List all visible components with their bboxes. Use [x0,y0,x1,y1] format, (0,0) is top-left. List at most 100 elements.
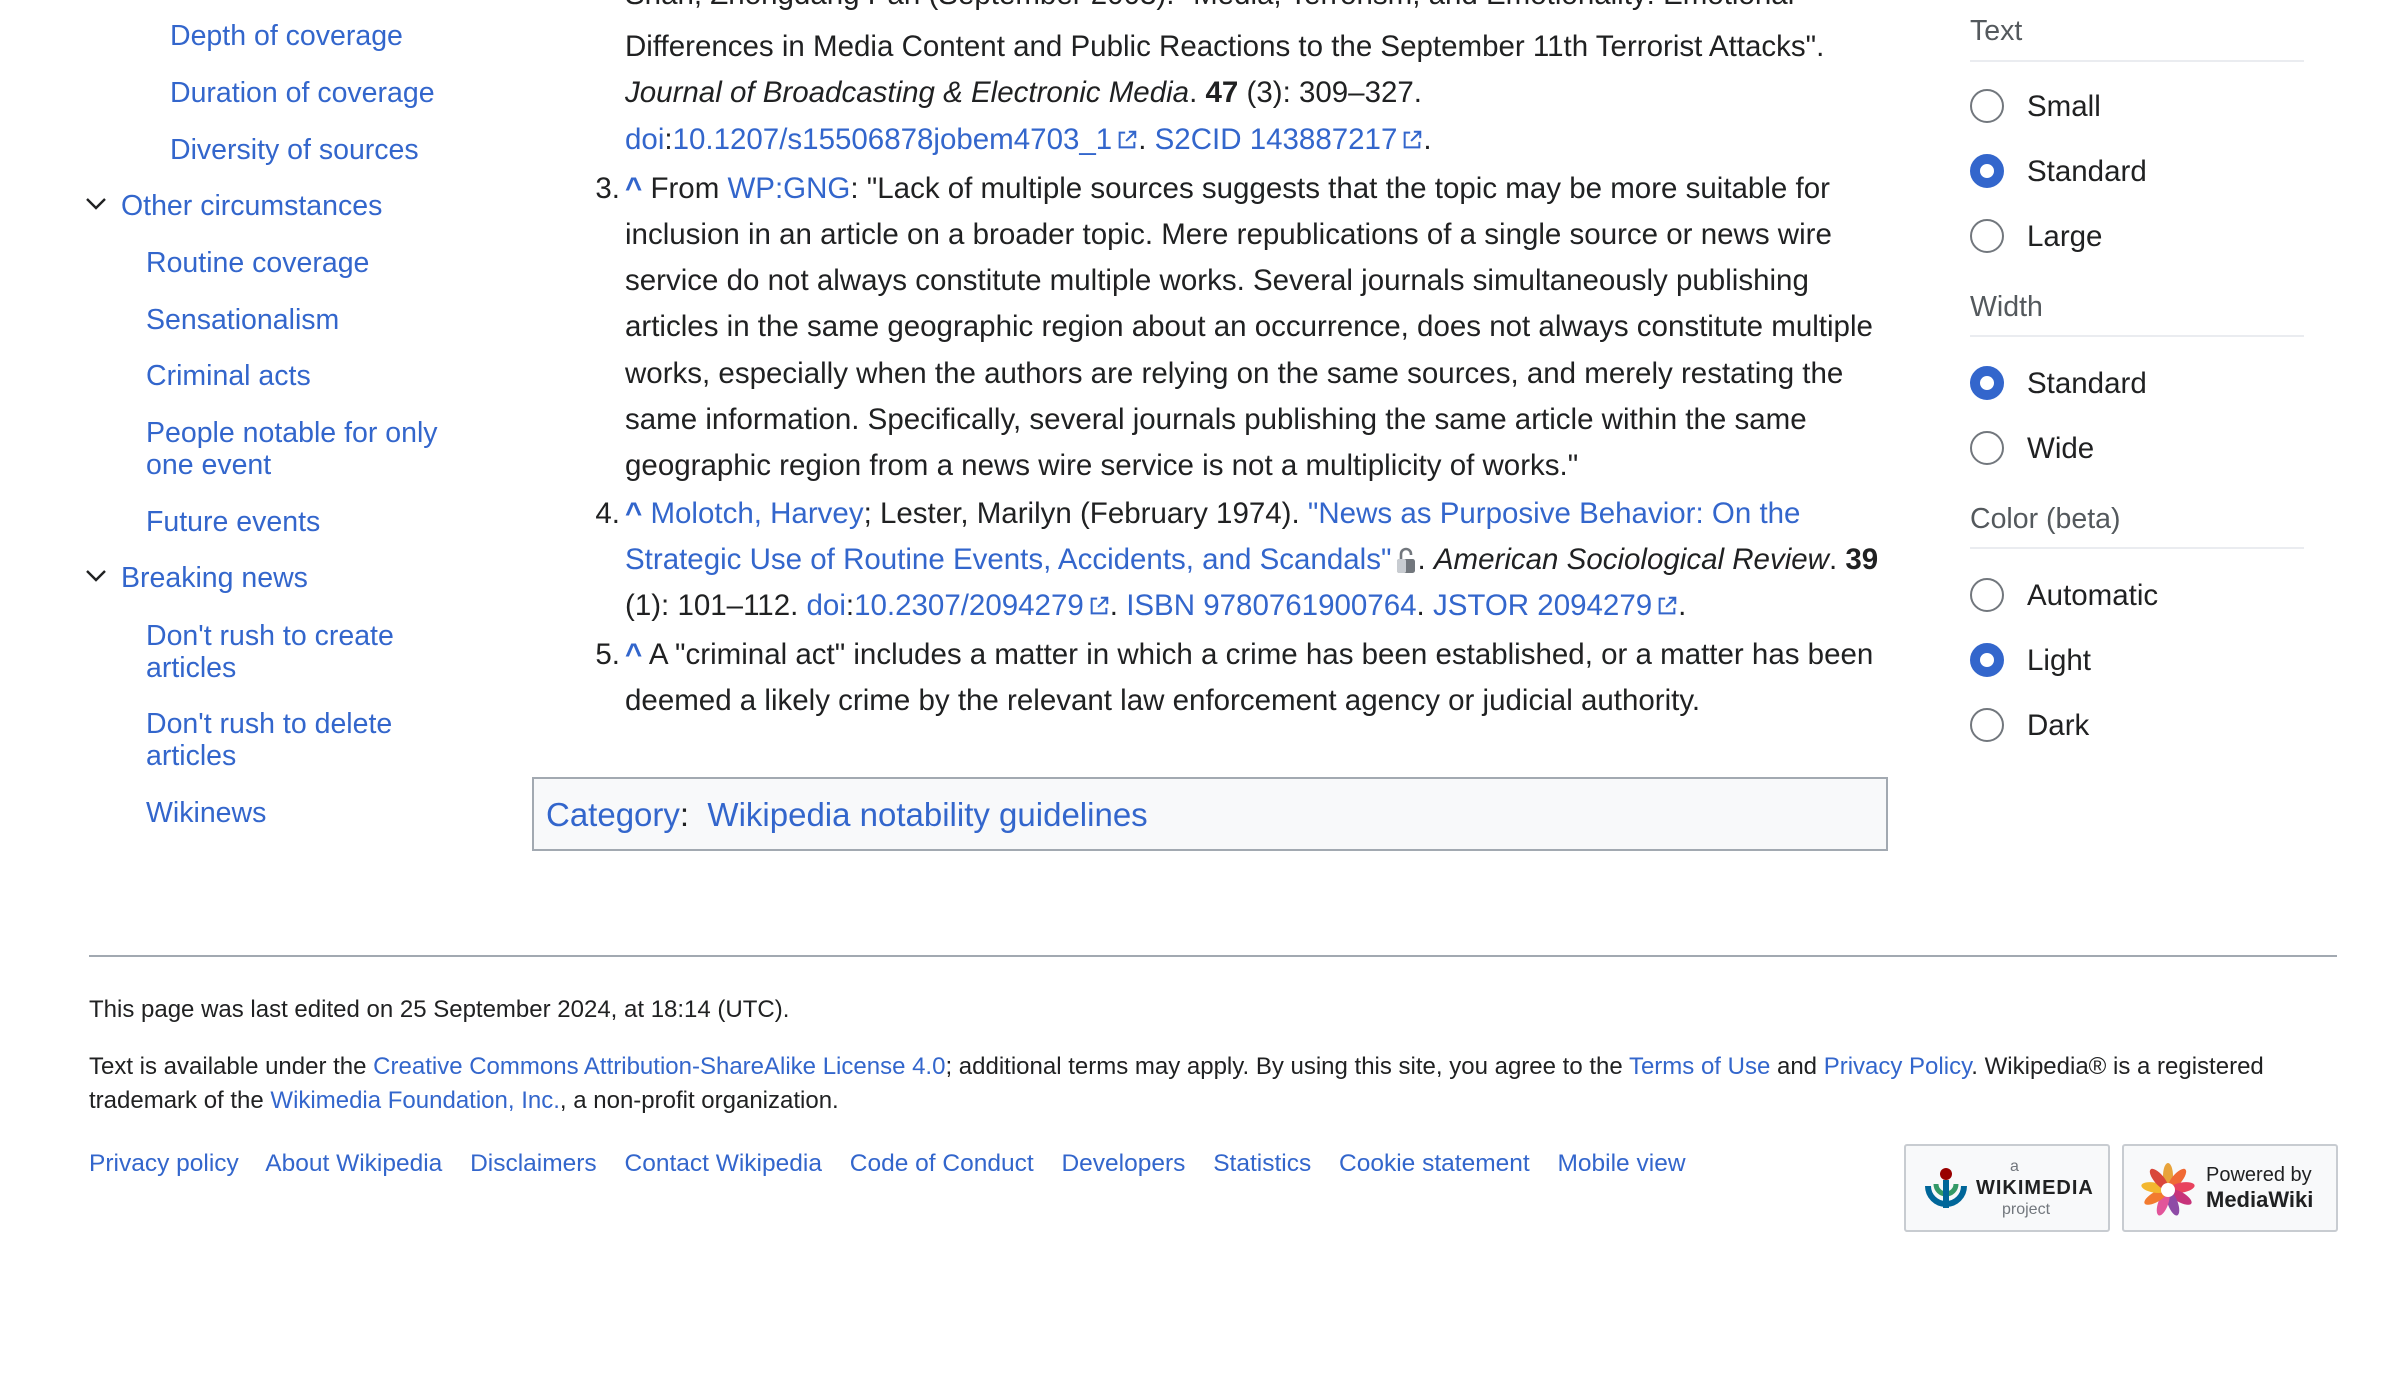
toc-item-depth-of-coverage[interactable]: Depth of coverage [170,20,403,53]
option-label: Standard [2027,155,2147,188]
text-size-large-option[interactable]: Large [1970,219,2300,263]
doi-link[interactable]: 10.1207/s15506878jobem4703_1 [673,123,1113,156]
reference-4-line: (1): 101–112. doi:10.2307/2094279. ISBN … [625,589,1687,622]
backlink-caret[interactable]: ^ [625,638,642,671]
text-size-small-option[interactable]: Small [1970,89,2300,133]
badge-sub-text: project [2002,1201,2051,1218]
trademark-text-part: trademark of the [89,1087,271,1114]
text-size-standard-option[interactable]: Standard [1970,154,2300,198]
footer-link-cookie-statement[interactable]: Cookie statement [1339,1150,1530,1177]
footer-divider [89,955,2337,957]
toc-item-diversity-of-sources[interactable]: Diversity of sources [170,134,419,167]
color-light-option[interactable]: Light [1970,643,2300,687]
jstor-link[interactable]: JSTOR 2094279 [1433,589,1652,622]
category-link[interactable]: Wikipedia notability guidelines [707,796,1147,833]
backlink-caret[interactable]: ^ [625,497,642,530]
license-text: Text is available under the Creative Com… [89,1050,2264,1084]
volume: 39 [1845,543,1879,576]
option-label: Large [2027,220,2103,253]
doi-label-link[interactable]: doi [625,123,664,156]
divider [1970,335,2304,337]
footer-link-code-of-conduct[interactable]: Code of Conduct [850,1150,1034,1177]
doi-link[interactable]: 10.2307/2094279 [854,589,1084,622]
radio-button[interactable] [1970,431,2004,465]
reference-5-line: ^ A "criminal act" includes a matter in … [625,632,1873,678]
chevron-down-icon[interactable] [84,564,108,588]
radio-button[interactable] [1970,89,2004,123]
trademark-text: trademark of the Wikimedia Foundation, I… [89,1084,839,1118]
external-link-icon [1090,596,1109,615]
external-link-icon [1118,130,1137,149]
table-of-contents: Depth of coverage Duration of coverage D… [0,0,520,860]
badge-big-text: WIKIMEDIA [1976,1177,2094,1199]
footer-link-statistics[interactable]: Statistics [1213,1150,1311,1177]
reference-2-journal-line: Journal of Broadcasting & Electronic Med… [625,76,1423,109]
reference-4-line: ^ Molotch, Harvey; Lester, Marilyn (Febr… [625,491,1800,537]
toc-item-wikinews[interactable]: Wikinews [146,797,266,830]
wikimedia-project-badge[interactable]: a WIKIMEDIA project [1904,1144,2110,1232]
toc-item-dont-rush-create[interactable]: Don't rush to create articles [146,620,486,684]
isbn-link[interactable]: ISBN 9780761900764 [1126,589,1416,622]
article-title-link[interactable]: Strategic Use of Routine Events, Acciden… [625,543,1391,576]
toc-item-sensationalism[interactable]: Sensationalism [146,304,339,337]
color-dark-option[interactable]: Dark [1970,708,2300,752]
author-link[interactable]: Molotch, Harvey [650,497,863,530]
backlink-caret[interactable]: ^ [625,172,642,205]
toc-item-breaking-news[interactable]: Breaking news [121,562,308,595]
category-box: Category: Wikipedia notability guideline… [532,777,1888,851]
width-standard-option[interactable]: Standard [1970,366,2300,410]
journal-title: American Sociological Review [1433,543,1829,576]
mediawiki-sunflower-icon [2141,1163,2195,1216]
radio-button[interactable] [1970,219,2004,253]
author-text: ; Lester, Marilyn (February 1974). [863,497,1300,530]
option-label: Standard [2027,367,2147,400]
chevron-down-icon[interactable] [84,192,108,216]
toc-item-future-events[interactable]: Future events [146,506,320,539]
toc-item-criminal-acts[interactable]: Criminal acts [146,360,311,393]
pages: (3): 309–327. [1238,76,1423,109]
s2cid-link[interactable]: S2CID 143887217 [1155,123,1398,156]
terms-of-use-link[interactable]: Terms of Use [1629,1053,1770,1080]
badge-small-text: a [2010,1158,2019,1175]
toc-item-other-circumstances[interactable]: Other circumstances [121,190,382,223]
category-label-link[interactable]: Category [546,796,680,833]
pages: (1): 101–112. [625,589,799,622]
reference-5-line: deemed a likely crime by the relevant la… [625,684,1701,717]
references-list: Shah, Zhongdang Pan (September 2003). "M… [580,0,1900,740]
radio-button-selected[interactable] [1970,154,2004,188]
wikimedia-foundation-link[interactable]: Wikimedia Foundation, Inc. [270,1087,559,1114]
wp-gng-link[interactable]: WP:GNG [727,172,850,205]
reference-number: 5. [595,638,620,671]
footer-link-disclaimers[interactable]: Disclaimers [470,1150,597,1177]
radio-button[interactable] [1970,578,2004,612]
privacy-policy-link[interactable]: Privacy Policy [1824,1053,1972,1080]
width-wide-option[interactable]: Wide [1970,431,2300,475]
radio-button-selected[interactable] [1970,643,2004,677]
lock-icon [1397,547,1416,573]
color-automatic-option[interactable]: Automatic [1970,578,2300,622]
footer-links: Privacy policy About Wikipedia Disclaime… [89,1150,1707,1178]
powered-by-mediawiki-badge[interactable]: Powered by MediaWiki [2122,1144,2338,1232]
text-size-heading: Text [1970,15,2023,47]
reference-2-ids-line: doi:10.1207/s15506878jobem4703_1. S2CID … [625,123,1432,156]
toc-item-dont-rush-delete[interactable]: Don't rush to delete articles [146,708,486,772]
toc-item-routine-coverage[interactable]: Routine coverage [146,247,369,280]
option-label: Wide [2027,432,2095,465]
footer-link-developers[interactable]: Developers [1061,1150,1185,1177]
footer-link-mobile-view[interactable]: Mobile view [1558,1150,1686,1177]
reference-3-line: service do not always constitute multipl… [625,264,1809,297]
radio-button[interactable] [1970,708,2004,742]
reference-3-line: works, especially when the authors are r… [625,357,1844,390]
footer-link-contact[interactable]: Contact Wikipedia [625,1150,822,1177]
footer-link-privacy-policy[interactable]: Privacy policy [89,1150,239,1177]
option-label: Small [2027,90,2101,123]
article-title-link[interactable]: "News as Purposive Behavior: On the [1308,497,1801,530]
doi-label-link[interactable]: doi [807,589,846,622]
footer-link-about[interactable]: About Wikipedia [265,1150,442,1177]
cc-license-link[interactable]: Creative Commons Attribution-ShareAlike … [373,1053,945,1080]
wikimedia-logo-icon [1925,1168,1967,1208]
toc-item-duration-of-coverage[interactable]: Duration of coverage [170,77,435,110]
appearance-panel: Text Small Standard Large Width Standard… [1970,0,2310,760]
toc-item-people-notable-one-event[interactable]: People notable for only one event [146,417,486,481]
radio-button-selected[interactable] [1970,366,2004,400]
